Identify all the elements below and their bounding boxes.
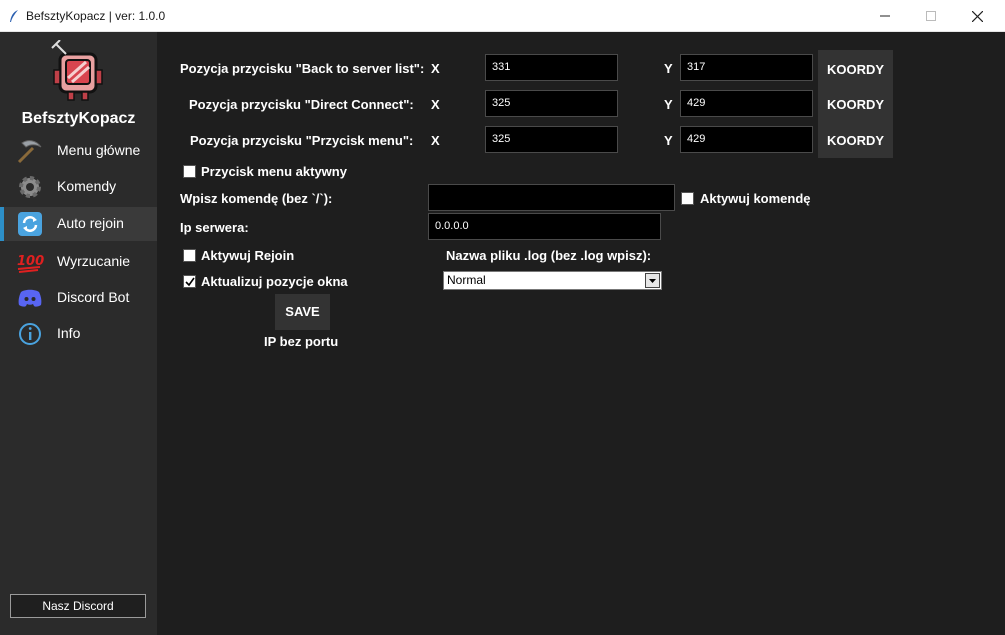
sidebar-item-label: Discord Bot — [57, 289, 130, 305]
logo-icon — [51, 40, 103, 101]
position-label-back-to-server-list: Pozycja przycisku "Back to server list": — [180, 61, 425, 76]
activate-rejoin-label: Aktywuj Rejoin — [201, 248, 295, 263]
info-icon — [19, 323, 41, 345]
przycisk-menu-y-input[interactable]: 429 — [680, 126, 813, 153]
hundred-points-icon: 100 — [17, 254, 44, 273]
x-label: X — [431, 61, 440, 76]
sidebar-item-wyrzucanie[interactable]: 100 Wyrzucanie — [0, 245, 157, 279]
discord-link-button[interactable]: Nasz Discord — [10, 594, 146, 618]
chevron-down-icon — [649, 279, 656, 283]
back-to-server-list-y-input[interactable]: 317 — [680, 54, 813, 81]
update-window-label: Aktualizuj pozycje okna — [201, 274, 348, 289]
command-input[interactable] — [428, 184, 675, 211]
sidebar-item-komendy[interactable]: Komendy — [0, 170, 157, 204]
pickaxe-icon — [17, 140, 42, 164]
koordy-button-label: KOORDY — [826, 97, 885, 112]
command-label: Wpisz komendę (bez `/`): — [180, 191, 333, 206]
server-ip-label: Ip serwera: — [180, 220, 249, 235]
koordy-button-label: KOORDY — [826, 133, 885, 148]
title-bar: BefsztyKopacz | ver: 1.0.0 — [0, 0, 1005, 32]
y-label: Y — [664, 97, 673, 112]
maximize-button[interactable] — [908, 0, 954, 32]
checkmark-icon — [185, 277, 195, 287]
menu-button-active-checkbox[interactable] — [183, 165, 196, 178]
back-to-server-list-x-input[interactable]: 331 — [485, 54, 618, 81]
position-label-direct-connect: Pozycja przycisku "Direct Connect": — [189, 97, 414, 112]
sidebar: BefsztyKopacz Menu główne Komendy Auto r… — [0, 32, 157, 635]
maximize-icon — [926, 11, 936, 21]
close-button[interactable] — [954, 0, 1000, 32]
discord-icon — [18, 289, 42, 307]
sidebar-item-discord-bot[interactable]: Discord Bot — [0, 281, 157, 315]
sidebar-item-auto-rejoin[interactable]: Auto rejoin — [0, 207, 157, 241]
ip-hint-label: IP bez portu — [264, 334, 339, 349]
window-title: BefsztyKopacz | ver: 1.0.0 — [26, 9, 166, 23]
y-label: Y — [664, 133, 673, 148]
sidebar-item-label: Komendy — [57, 178, 117, 194]
sidebar-item-label: Info — [57, 325, 81, 341]
sidebar-item-menu-glowne[interactable]: Menu główne — [0, 134, 157, 168]
minimize-button[interactable] — [862, 0, 908, 32]
activate-command-checkbox[interactable] — [681, 192, 694, 205]
update-window-checkbox[interactable] — [183, 275, 196, 288]
sidebar-item-label: Auto rejoin — [57, 215, 124, 231]
sidebar-item-label: Menu główne — [57, 142, 141, 158]
x-label: X — [431, 133, 440, 148]
y-label: Y — [664, 61, 673, 76]
feather-icon — [10, 10, 18, 22]
close-icon — [972, 11, 983, 22]
log-file-label: Nazwa pliku .log (bez .log wpisz): — [446, 248, 652, 263]
x-label: X — [431, 97, 440, 112]
app-brand: BefsztyKopacz — [21, 110, 136, 127]
server-ip-input[interactable]: 0.0.0.0 — [428, 213, 661, 240]
przycisk-menu-x-input[interactable]: 325 — [485, 126, 618, 153]
position-label-przycisk-menu: Pozycja przycisku "Przycisk menu": — [190, 133, 414, 148]
direct-connect-y-input[interactable]: 429 — [680, 90, 813, 117]
sidebar-item-label: Wyrzucanie — [57, 253, 131, 269]
sidebar-item-info[interactable]: Info — [0, 317, 157, 351]
log-file-select[interactable]: Normal — [443, 271, 662, 290]
gear-icon — [19, 176, 41, 198]
auto-rejoin-panel: Pozycja przycisku "Back to server list":… — [157, 32, 1003, 635]
select-arrow — [645, 273, 660, 288]
koordy-button-back-to-server-list[interactable]: KOORDY — [818, 50, 893, 104]
save-button[interactable]: SAVE — [275, 294, 330, 330]
activate-rejoin-checkbox[interactable] — [183, 249, 196, 262]
direct-connect-x-input[interactable]: 325 — [485, 90, 618, 117]
activate-command-label: Aktywuj komendę — [700, 191, 811, 206]
koordy-button-label: KOORDY — [826, 62, 885, 77]
koordy-button-direct-connect[interactable]: KOORDY KOORDY — [818, 97, 893, 158]
menu-button-active-label: Przycisk menu aktywny — [201, 164, 347, 179]
log-file-selected-value: Normal — [447, 273, 486, 287]
minimize-icon — [880, 15, 890, 17]
refresh-icon — [18, 212, 42, 236]
